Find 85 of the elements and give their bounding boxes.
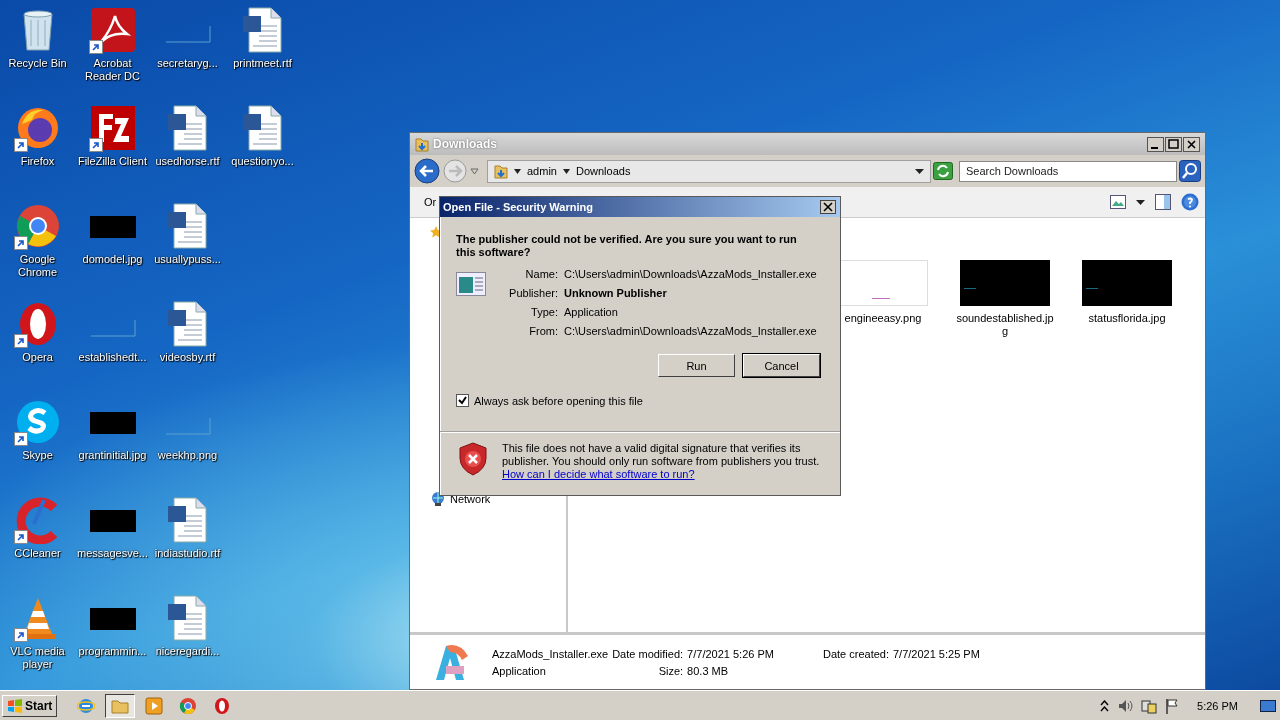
preview-pane-icon[interactable] — [1155, 194, 1171, 210]
show-desktop-button[interactable] — [1260, 697, 1276, 714]
desktop-icon-label[interactable]: domodel.jpg — [75, 253, 150, 266]
desktop-icon-label[interactable]: secretaryg... — [150, 57, 225, 70]
clock[interactable]: 5:26 PM — [1197, 699, 1238, 712]
field-value: 7/7/2021 5:25 PM — [893, 647, 980, 660]
caret-icon[interactable] — [915, 168, 924, 174]
application-window-icon — [456, 272, 486, 296]
dialog-button[interactable]: Cancel — [743, 354, 820, 377]
opera-icon — [213, 696, 232, 715]
maximize-button[interactable] — [1165, 136, 1182, 152]
downloads-folder-icon — [415, 136, 429, 152]
dialog-title: Open File - Security Warning — [443, 201, 593, 213]
desktop-icon-label[interactable]: Opera — [0, 351, 75, 364]
close-button[interactable] — [1183, 136, 1200, 152]
filezilla-icon[interactable] — [88, 104, 137, 152]
desktop-icon-label[interactable]: usuallypuss... — [150, 253, 225, 266]
file-type: Application — [492, 664, 547, 677]
windows-logo-icon — [7, 698, 23, 713]
warning-text: This file does not have a valid digital signature that verifies its publisher. You should only run software from publishers you trust. — [502, 442, 821, 468]
caret-icon[interactable] — [1136, 199, 1145, 205]
close-button[interactable] — [820, 200, 836, 214]
acrobat-icon[interactable] — [88, 6, 137, 54]
desktop-icon-label[interactable]: grantinitial.jpg — [75, 449, 150, 462]
help-link[interactable]: How can I decide what software to run? — [502, 468, 695, 481]
field-label: Date created: — [821, 647, 889, 660]
field-value: Unknown Publisher — [564, 287, 668, 300]
back-button[interactable] — [414, 158, 440, 184]
field-label: Type: — [530, 306, 558, 319]
field-value: Application — [564, 306, 619, 319]
field-label: Name: — [524, 268, 558, 281]
help-icon[interactable] — [1181, 193, 1199, 211]
field-label: Date modified: — [612, 647, 684, 660]
field-value: C:\Users\admin\Downloads\AzzaMods_Installer.exe — [564, 268, 817, 281]
desktop-icon-label[interactable]: questionyo... — [225, 155, 300, 168]
desktop-icon-label[interactable]: Skype — [0, 449, 75, 462]
field-value: 7/7/2021 5:26 PM — [687, 647, 774, 660]
breadcrumb-item[interactable]: admin — [527, 165, 557, 177]
desktop-icon-label[interactable]: Recycle Bin — [0, 57, 75, 70]
desktop-icon-label[interactable]: Acrobat Reader DC — [75, 57, 150, 83]
file-item[interactable]: soundestablished.jpg — [956, 260, 1054, 338]
chrome-icon — [179, 696, 198, 715]
caret-icon[interactable] — [562, 168, 570, 174]
history-dropdown-icon[interactable] — [470, 167, 479, 175]
address-bar[interactable]: admin Downloads — [487, 159, 931, 183]
file-name: AzzaMods_Installer.exe — [492, 647, 609, 660]
desktop-icon-label[interactable]: CCleaner — [0, 547, 75, 560]
desktop-icon-label[interactable]: establishedt... — [75, 351, 150, 364]
desktop-icon-label[interactable]: Firefox — [0, 155, 75, 168]
start-button[interactable]: Start — [2, 694, 58, 717]
star-icon[interactable] — [430, 226, 442, 238]
network-status-icon[interactable] — [1141, 697, 1158, 714]
desktop-icon-label[interactable]: printmeet.rtf — [225, 57, 300, 70]
field-value: 80.3 MB — [687, 664, 730, 677]
dialog-button[interactable]: Run — [658, 354, 735, 377]
desktop-icon-label[interactable]: videosby.rtf — [150, 351, 225, 364]
error-shield-icon — [458, 442, 488, 476]
minimize-button[interactable] — [1147, 136, 1164, 152]
file-item[interactable]: statusflorida.jpg — [1078, 260, 1176, 338]
desktop-icon-label[interactable]: FileZilla Client — [75, 155, 150, 168]
window-title: Downloads — [433, 137, 497, 151]
search-field[interactable]: Search Downloads — [959, 160, 1177, 182]
refresh-button[interactable] — [933, 162, 953, 180]
checkbox[interactable] — [456, 394, 469, 407]
caret-icon[interactable] — [514, 168, 521, 174]
breadcrumb-item[interactable]: Downloads — [575, 165, 631, 177]
field-value: C:\Users\admin\Downloads\AzzaMods_Installer.exe — [564, 325, 817, 338]
taskbar-button[interactable] — [105, 693, 136, 718]
view-options-icon[interactable] — [1110, 195, 1126, 209]
file-item[interactable]: engineeasy.png — [834, 260, 932, 338]
flag-icon[interactable] — [1165, 697, 1180, 714]
desktop-icon-label[interactable]: usedhorse.rtf — [150, 155, 225, 168]
desktop-icon-label[interactable]: weekhp.png — [150, 449, 225, 462]
internet-explorer-icon — [77, 696, 96, 715]
field-label: Size: — [657, 664, 684, 677]
field-label: Publisher: — [508, 287, 558, 300]
organize-menu[interactable]: Or — [424, 196, 437, 208]
field-label: From: — [528, 325, 558, 338]
downloads-folder-icon — [494, 163, 508, 179]
desktop-icon-label[interactable]: Google Chrome — [0, 253, 75, 279]
show-hidden-icons-button[interactable] — [1100, 699, 1110, 712]
media-player-icon — [145, 696, 164, 715]
checkbox-label[interactable]: Always ask before opening this file — [474, 394, 643, 407]
warning-heading: The publisher could not be verified. Are you sure you want to run this software? — [456, 233, 798, 259]
search-button[interactable] — [1179, 160, 1201, 182]
